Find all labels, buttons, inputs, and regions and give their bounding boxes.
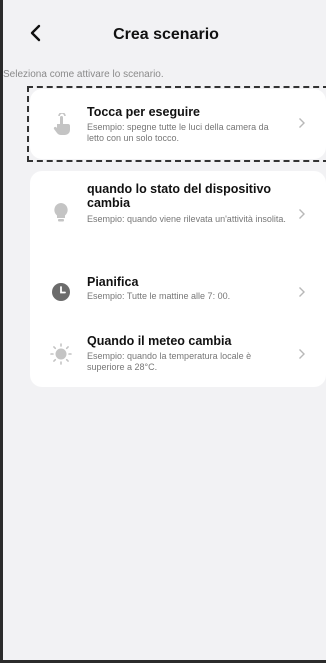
card-tap-to-run: Tocca per eseguire Esempio: spegne tutte… — [30, 89, 326, 159]
option-title: Tocca per eseguire — [87, 105, 201, 119]
option-device-status[interactable]: quando lo stato del dispositivo cambia E… — [30, 171, 326, 261]
chevron-right-icon — [298, 208, 308, 222]
option-description: Esempio: spegne tutte le luci della came… — [87, 122, 269, 143]
option-title: Pianifica — [87, 275, 139, 289]
option-description: Esempio: quando la temperatura locale è … — [87, 351, 252, 372]
chevron-right-icon — [298, 117, 308, 131]
instruction-text: Seleziona come attivare lo scenario. — [3, 69, 164, 80]
sun-icon — [50, 343, 72, 365]
app-screen: Crea scenario Seleziona come attivare lo… — [0, 0, 326, 663]
option-description: Esempio: quando viene rilevata un'attivi… — [87, 214, 286, 224]
chevron-right-icon — [298, 348, 308, 362]
option-schedule[interactable]: Pianifica Esempio: Tutte le mattine alle… — [30, 261, 326, 321]
header: Crea scenario — [3, 0, 326, 70]
tap-hand-icon — [50, 112, 72, 135]
clock-icon — [50, 281, 72, 303]
chevron-right-icon — [298, 286, 308, 300]
option-title: Quando il meteo cambia — [87, 334, 232, 348]
option-tap-to-run[interactable]: Tocca per eseguire Esempio: spegne tutte… — [30, 89, 326, 159]
option-description: Esempio: Tutte le mattine alle 7: 00. — [87, 291, 231, 301]
page-title: Crea scenario — [113, 26, 219, 43]
lightbulb-icon — [50, 201, 72, 223]
option-title: quando lo stato del dispositivo cambia — [87, 182, 272, 210]
card-automation-triggers: quando lo stato del dispositivo cambia E… — [30, 171, 326, 387]
option-weather[interactable]: Quando il meteo cambia Esempio: quando l… — [30, 321, 326, 387]
